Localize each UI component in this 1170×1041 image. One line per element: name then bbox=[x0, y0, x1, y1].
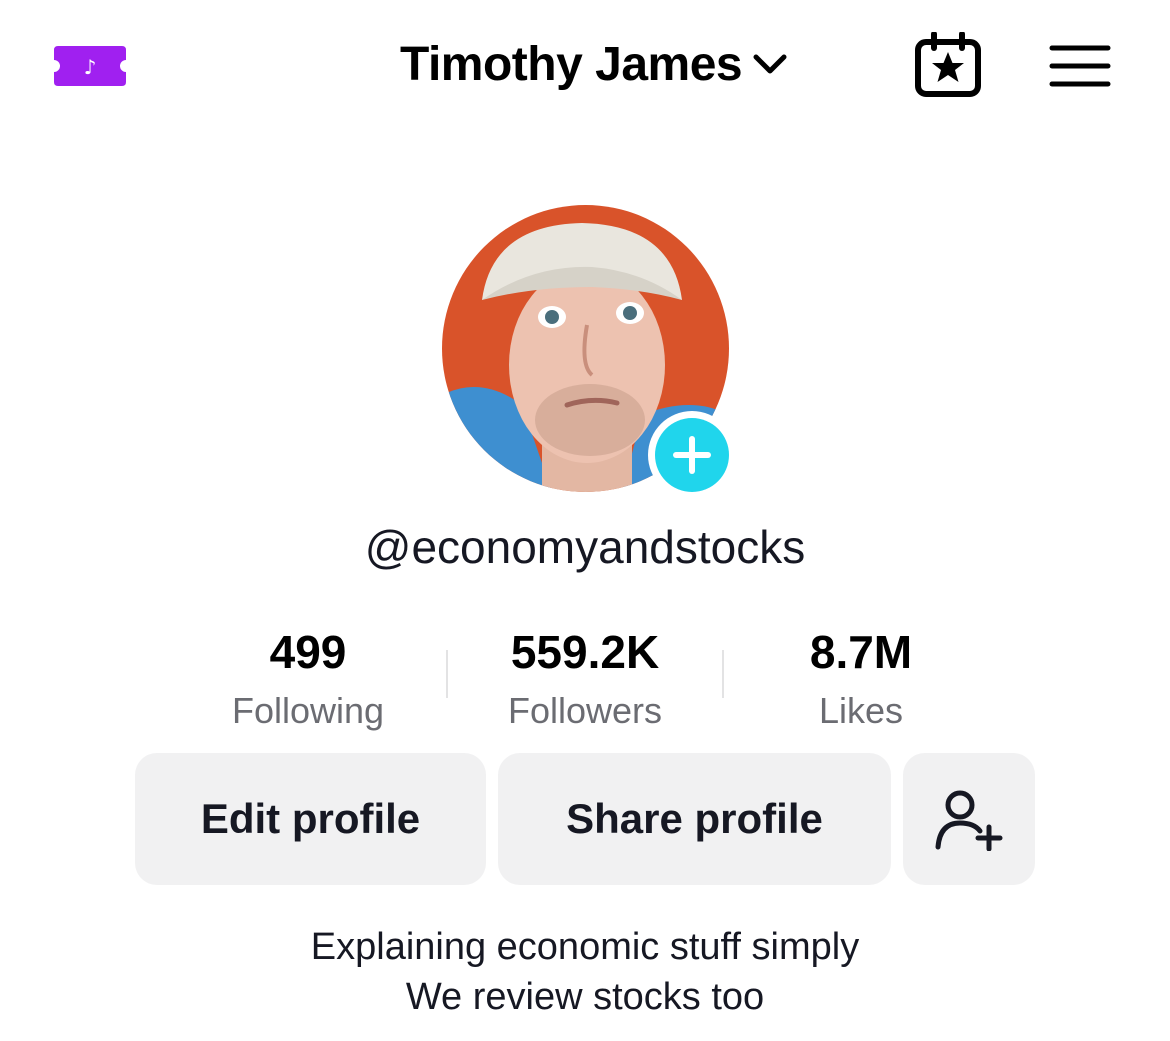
profile-stats: 499 Following 559.2K Followers 8.7M Like… bbox=[170, 620, 1000, 740]
add-friend-button[interactable] bbox=[903, 753, 1035, 885]
account-switcher[interactable]: Timothy James bbox=[400, 36, 790, 92]
calendar-star-icon[interactable] bbox=[912, 32, 984, 98]
stat-value: 499 bbox=[269, 626, 347, 678]
add-avatar-button[interactable] bbox=[648, 411, 736, 499]
stat-followers[interactable]: 559.2K Followers bbox=[447, 620, 723, 736]
bio-line: Explaining economic stuff simply bbox=[310, 926, 860, 968]
stat-label: Followers bbox=[507, 690, 663, 731]
top-bar: ♪ Timothy James bbox=[0, 0, 1170, 140]
stat-label: Likes bbox=[818, 690, 904, 731]
profile-bio: Explaining economic stuff simply We revi… bbox=[0, 922, 1170, 1022]
profile-page: ♪ Timothy James @economyandstocks 499 Fo… bbox=[0, 0, 1170, 1041]
edit-profile-button[interactable]: Edit profile bbox=[135, 753, 486, 885]
svg-text:♪: ♪ bbox=[84, 55, 97, 79]
hamburger-menu-icon[interactable] bbox=[1048, 42, 1112, 90]
stat-following[interactable]: 499 Following bbox=[170, 620, 446, 736]
stat-value: 559.2K bbox=[510, 626, 660, 678]
plus-badge-icon bbox=[673, 436, 711, 474]
bio-line: We review stocks too bbox=[405, 976, 765, 1018]
account-title: Timothy James bbox=[400, 37, 743, 91]
share-profile-button[interactable]: Share profile bbox=[498, 753, 891, 885]
add-friend-icon bbox=[935, 790, 1003, 851]
stat-likes[interactable]: 8.7M Likes bbox=[723, 620, 999, 736]
profile-handle: @economyandstocks bbox=[364, 521, 806, 573]
tiktok-ticket-icon[interactable]: ♪ bbox=[52, 44, 128, 88]
chevron-down-icon bbox=[753, 54, 787, 74]
stat-label: Following bbox=[231, 690, 385, 731]
stat-value: 8.7M bbox=[809, 626, 913, 678]
